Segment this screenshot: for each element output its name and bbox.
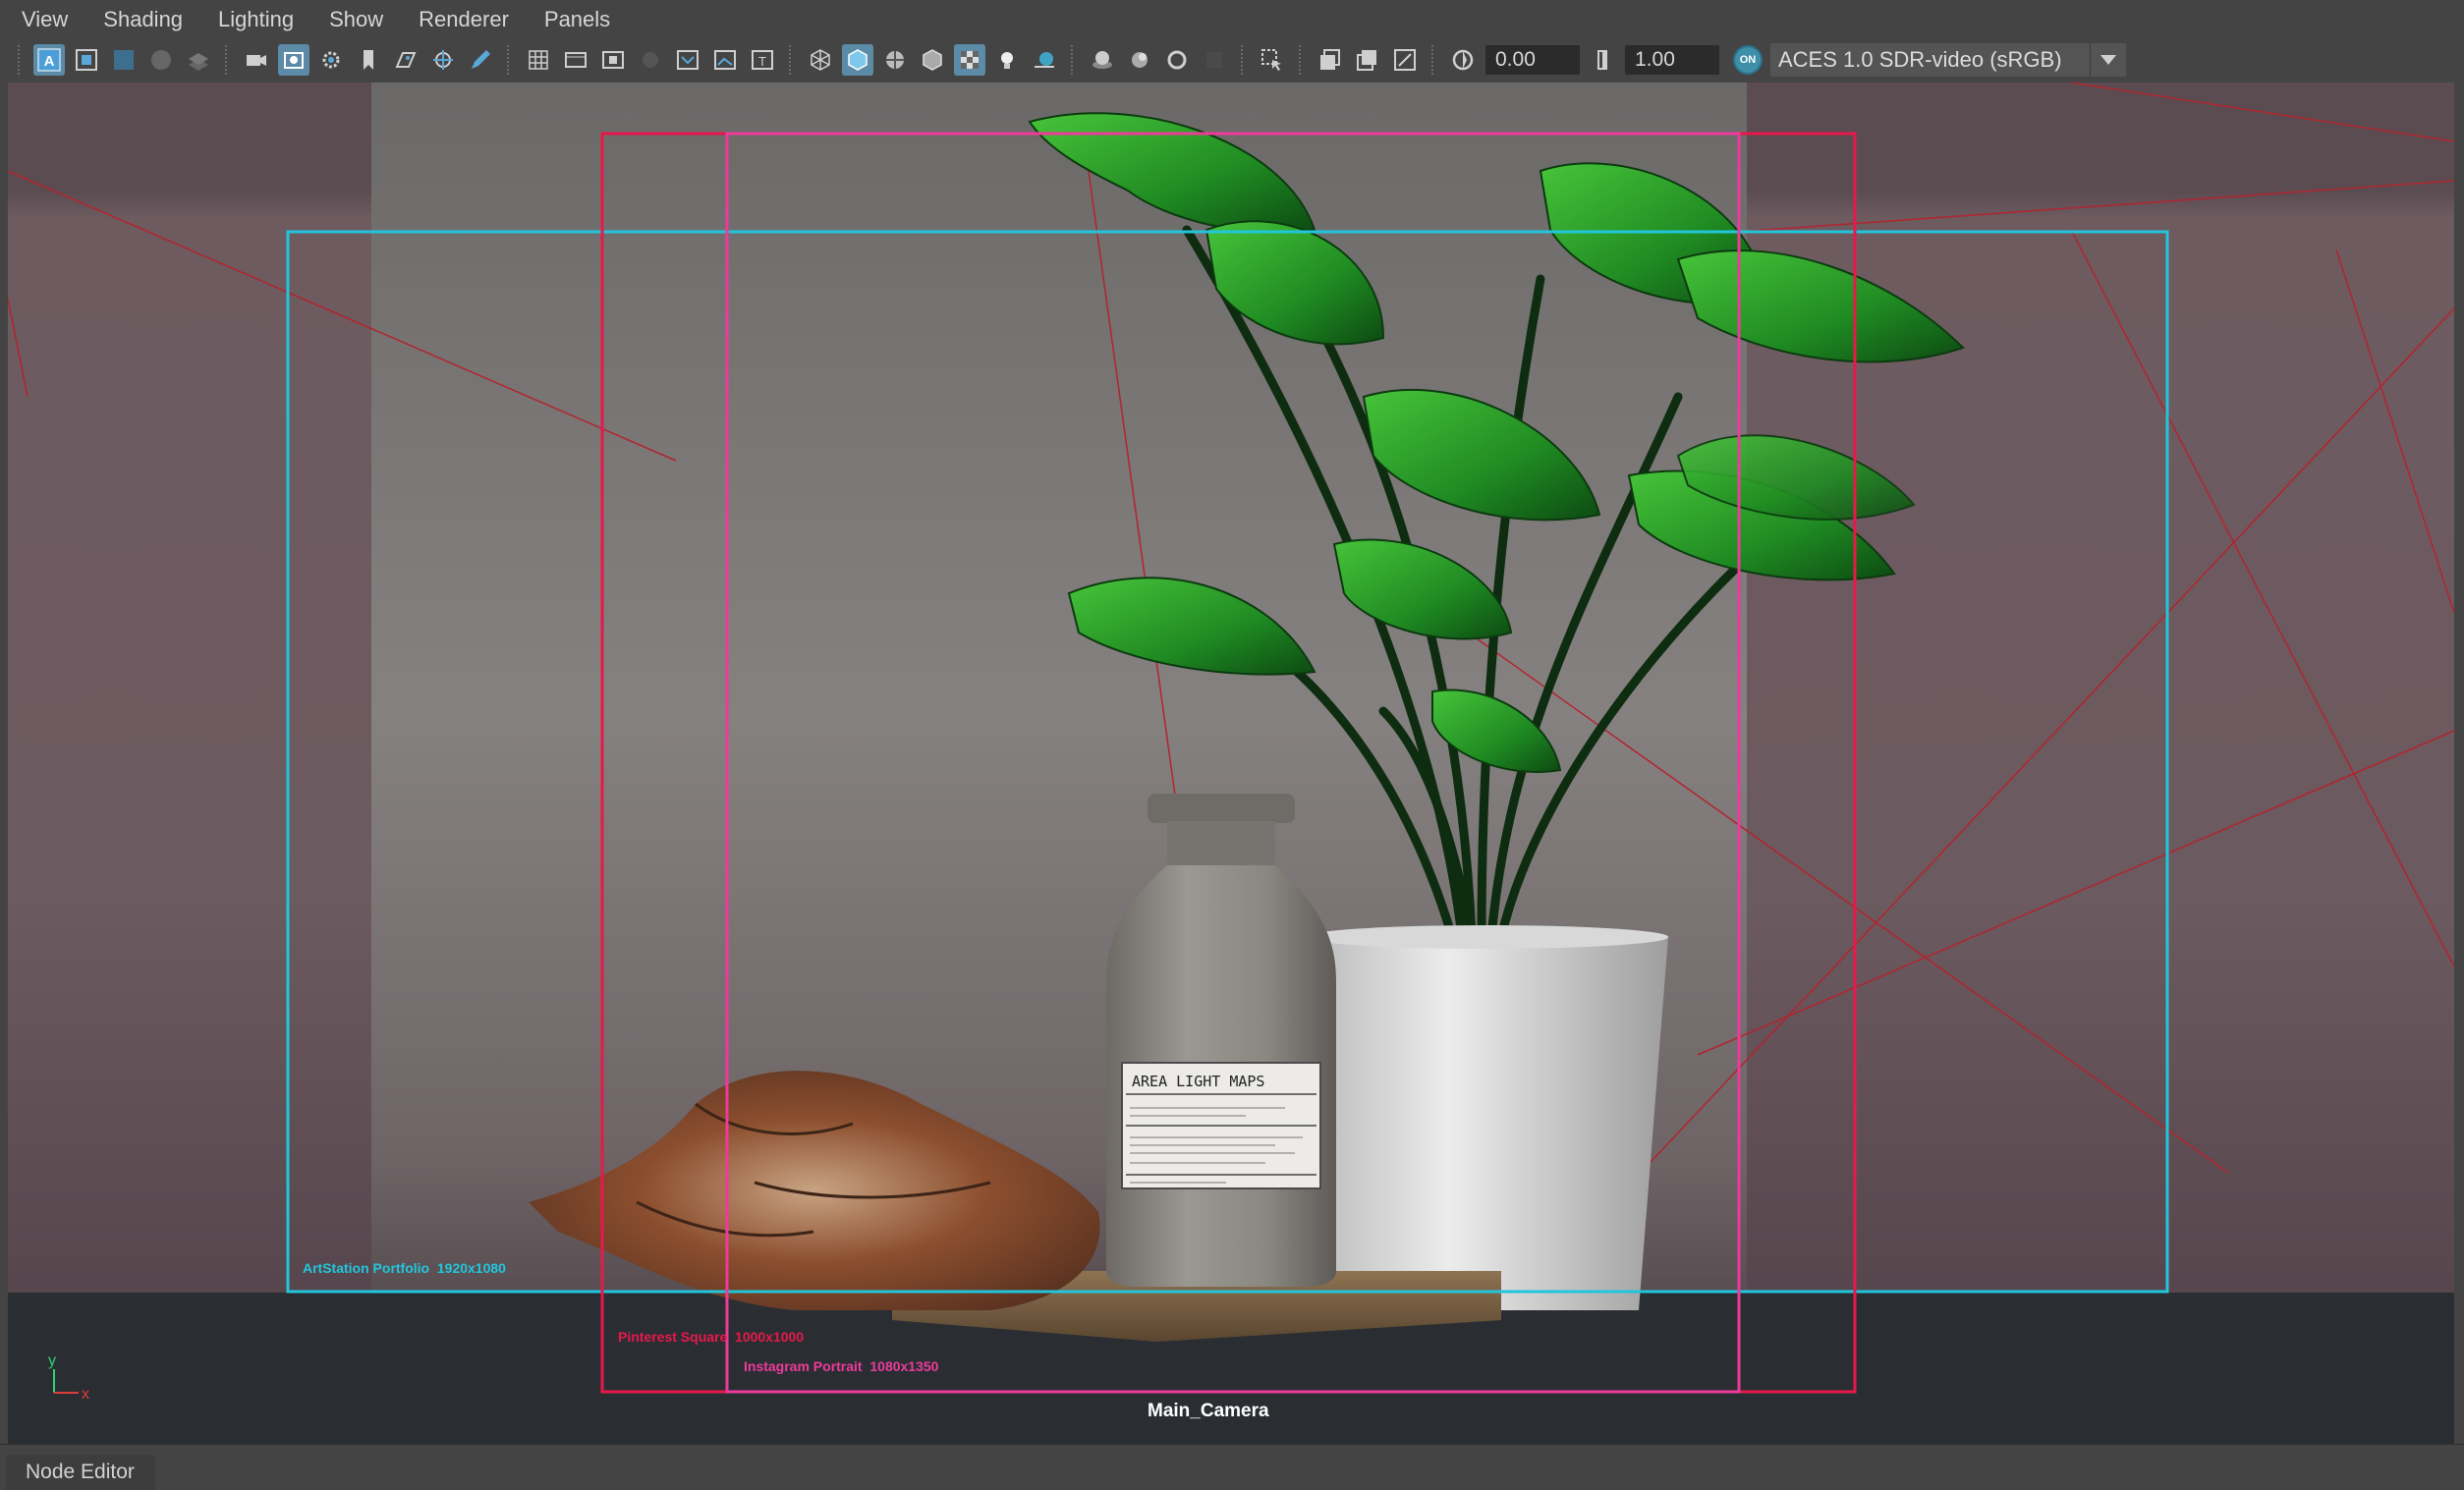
panel-toolbar: A T 0.00 1.00 ON ACES 1.0 SDR-video (sRG… bbox=[0, 39, 2464, 81]
safe-action-icon[interactable] bbox=[709, 44, 741, 76]
safe-title-icon[interactable]: T bbox=[747, 44, 778, 76]
shadows-icon[interactable] bbox=[954, 44, 985, 76]
gate-mask-icon[interactable] bbox=[635, 44, 666, 76]
menu-panels[interactable]: Panels bbox=[523, 0, 624, 39]
node-editor-tab[interactable]: Node Editor bbox=[6, 1455, 155, 1490]
bottom-panel-bar: Node Editor bbox=[0, 1444, 2464, 1490]
viewport-menu-bar: View Shading Lighting Show Renderer Pane… bbox=[0, 0, 2464, 39]
uv-grid-icon[interactable] bbox=[108, 44, 140, 76]
two-sided-lighting-icon[interactable] bbox=[1315, 44, 1346, 76]
menu-show[interactable]: Show bbox=[308, 0, 397, 39]
anti-alias-icon[interactable] bbox=[1124, 44, 1155, 76]
grease-pencil-icon[interactable] bbox=[465, 44, 496, 76]
gamma-icon[interactable] bbox=[1587, 44, 1618, 76]
toolbar-separator bbox=[1299, 45, 1304, 75]
isolate-select-icon[interactable] bbox=[1257, 44, 1288, 76]
chevron-down-icon[interactable] bbox=[2090, 43, 2126, 77]
view-transform-dropdown[interactable]: ACES 1.0 SDR-video (sRGB) bbox=[1770, 43, 2126, 77]
toolbar-separator bbox=[789, 45, 794, 75]
toolbar-separator bbox=[507, 45, 512, 75]
menu-renderer[interactable]: Renderer bbox=[397, 0, 523, 39]
color-management-toggle[interactable]: ON bbox=[1733, 45, 1763, 75]
screen-space-ao-icon[interactable] bbox=[1029, 44, 1060, 76]
select-all-icon[interactable]: A bbox=[33, 44, 65, 76]
image-plane-icon[interactable] bbox=[390, 44, 421, 76]
toolbar-separator bbox=[1241, 45, 1246, 75]
2d-pan-zoom-icon[interactable] bbox=[427, 44, 459, 76]
bottle-label-title: AREA LIGHT MAPS bbox=[1132, 1073, 1264, 1090]
artstation-gate-label: ArtStation Portfolio 1920x1080 bbox=[303, 1260, 506, 1276]
scene-render: AREA LIGHT MAPS y x bbox=[8, 83, 2454, 1444]
toolbar-separator bbox=[1071, 45, 1076, 75]
film-gate-icon[interactable] bbox=[560, 44, 591, 76]
textured-icon[interactable] bbox=[879, 44, 911, 76]
pot-rim bbox=[1305, 925, 1668, 949]
isolate-sphere-icon[interactable] bbox=[145, 44, 177, 76]
frame-selection-icon[interactable] bbox=[71, 44, 102, 76]
toolbar-separator bbox=[225, 45, 230, 75]
svg-text:T: T bbox=[758, 54, 766, 69]
use-all-lights-icon[interactable] bbox=[917, 44, 948, 76]
select-camera-icon[interactable] bbox=[241, 44, 272, 76]
wireframe-icon[interactable] bbox=[805, 44, 836, 76]
exposure-icon[interactable] bbox=[1447, 44, 1479, 76]
xray-icon[interactable] bbox=[1199, 44, 1230, 76]
svg-text:A: A bbox=[44, 53, 55, 70]
instagram-gate-label: Instagram Portrait 1080x1350 bbox=[744, 1358, 939, 1374]
view-transform-value: ACES 1.0 SDR-video (sRGB) bbox=[1778, 47, 2062, 72]
menu-shading[interactable]: Shading bbox=[82, 0, 196, 39]
field-chart-icon[interactable] bbox=[672, 44, 703, 76]
menu-lighting[interactable]: Lighting bbox=[196, 0, 308, 39]
light-bulb-icon[interactable] bbox=[991, 44, 1023, 76]
axis-y-label: y bbox=[48, 1352, 56, 1369]
camera-name-label: Main_Camera bbox=[1148, 1401, 1269, 1421]
axis-x-label: x bbox=[82, 1386, 89, 1403]
toolbar-separator bbox=[18, 45, 23, 75]
layers-icon[interactable] bbox=[183, 44, 214, 76]
depth-of-field-icon[interactable] bbox=[1161, 44, 1193, 76]
camera-attributes-icon[interactable] bbox=[278, 44, 309, 76]
gamma-field[interactable]: 1.00 bbox=[1625, 45, 1719, 75]
hud-icon[interactable] bbox=[1389, 44, 1421, 76]
toolbar-separator bbox=[1431, 45, 1436, 75]
bookmarks-icon[interactable] bbox=[353, 44, 384, 76]
backface-culling-icon[interactable] bbox=[1352, 44, 1383, 76]
camera-settings-icon[interactable] bbox=[315, 44, 347, 76]
resolution-gate-icon[interactable] bbox=[597, 44, 629, 76]
menu-view[interactable]: View bbox=[0, 0, 82, 39]
motion-blur-icon[interactable] bbox=[1087, 44, 1118, 76]
white-plant-pot bbox=[1305, 937, 1668, 1310]
exposure-field[interactable]: 0.00 bbox=[1485, 45, 1580, 75]
grid-icon[interactable] bbox=[523, 44, 554, 76]
smooth-shade-icon[interactable] bbox=[842, 44, 873, 76]
pinterest-gate-label: Pinterest Square 1000x1000 bbox=[618, 1329, 805, 1345]
3d-viewport[interactable]: AREA LIGHT MAPS y x ArtStation Portfolio… bbox=[8, 83, 2454, 1444]
